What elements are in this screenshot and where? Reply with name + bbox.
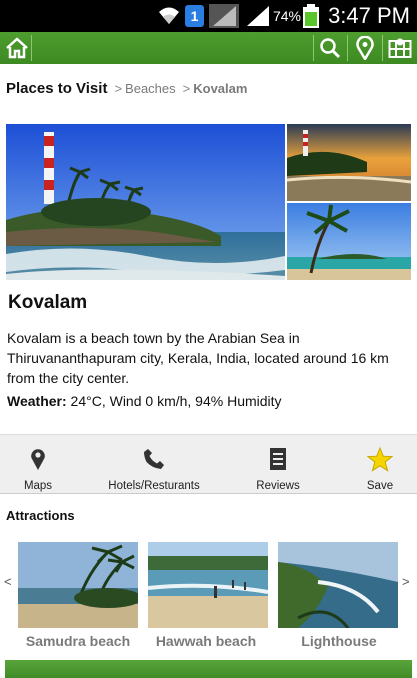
weather-label: Weather:: [7, 393, 67, 409]
breadcrumb: Places to Visit > Beaches > Kovalam: [6, 80, 247, 100]
page-title[interactable]: Places to Visit: [6, 80, 107, 97]
action-bar: Maps Hotels/Resturants Reviews Save: [0, 434, 417, 494]
palm-beach-photo[interactable]: [287, 203, 411, 280]
weather-value: 24°C, Wind 0 km/h, 94% Humidity: [70, 393, 282, 409]
document-icon: [270, 448, 286, 470]
home-button[interactable]: [0, 32, 34, 64]
app-bar: [0, 32, 417, 64]
attraction-label[interactable]: Hawwah beach: [141, 633, 271, 649]
carousel-next-arrow[interactable]: >: [402, 574, 410, 589]
breadcrumb-separator: >: [182, 81, 191, 96]
reviews-button[interactable]: Reviews: [248, 435, 308, 493]
home-icon: [6, 37, 28, 59]
attraction-card-hawwah-beach[interactable]: [148, 542, 268, 628]
breadcrumb-separator: >: [114, 81, 123, 96]
star-icon: [367, 446, 393, 472]
signal-strength-icon: [209, 4, 239, 28]
place-description: Kovalam is a beach town by the Arabian S…: [7, 330, 389, 386]
reviews-label: Reviews: [256, 480, 300, 492]
maps-label: Maps: [23, 480, 53, 492]
breadcrumb-item-beaches[interactable]: Beaches: [125, 81, 176, 96]
signal-strength-icon: [247, 6, 269, 26]
divider: [31, 35, 32, 61]
save-button[interactable]: Save: [350, 435, 410, 493]
sunset-beach-photo[interactable]: [287, 124, 411, 201]
map-view-button[interactable]: [383, 32, 417, 64]
hotels-restaurants-button[interactable]: Hotels/Resturants: [99, 435, 209, 493]
weather-info: Weather: 24°C, Wind 0 km/h, 94% Humidity: [7, 391, 282, 411]
maps-button[interactable]: Maps: [8, 435, 68, 493]
footer-bar: [5, 660, 412, 678]
hotels-restaurants-label: Hotels/Resturants: [108, 480, 200, 492]
attraction-card-lighthouse[interactable]: [278, 542, 398, 628]
search-button[interactable]: [313, 32, 347, 64]
attraction-card-samudra-beach[interactable]: [18, 542, 138, 628]
location-button[interactable]: [348, 32, 382, 64]
battery-charging-icon: [303, 4, 319, 28]
main-photo[interactable]: [6, 124, 285, 280]
map-grid-icon: [388, 38, 412, 58]
battery-percent: 74%: [272, 8, 301, 24]
notification-badge-icon: 1: [185, 5, 204, 27]
phone-icon: [144, 449, 164, 469]
wifi-icon: [159, 7, 179, 24]
clock: 3:47 PM: [328, 3, 410, 28]
map-pin-icon: [356, 36, 374, 60]
search-icon: [320, 38, 341, 59]
map-pin-icon: [31, 449, 45, 470]
attraction-label[interactable]: Lighthouse: [274, 633, 404, 649]
attraction-label[interactable]: Samudra beach: [13, 633, 143, 649]
carousel-prev-arrow[interactable]: <: [4, 574, 12, 589]
status-bar: 1 74% 3:47 PM: [0, 0, 417, 32]
save-label: Save: [366, 480, 394, 492]
breadcrumb-item-kovalam: Kovalam: [193, 81, 248, 96]
attractions-heading: Attractions: [6, 508, 75, 523]
place-name: Kovalam: [8, 292, 88, 313]
